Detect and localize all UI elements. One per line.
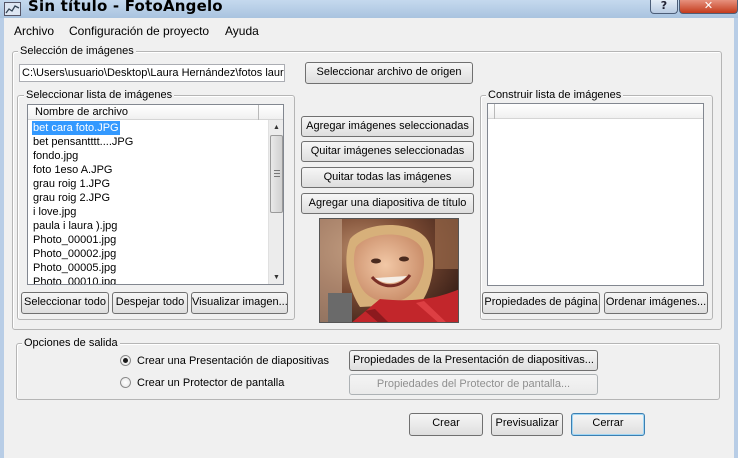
output-options-group-label: Opciones de salida [22,337,120,350]
file-list-scrollbar[interactable]: ▲ ▼ [268,120,283,284]
screensaver-radio[interactable] [120,377,131,388]
file-list-item[interactable]: fondo.jpg [32,149,79,163]
menu-archivo[interactable]: Archivo [14,24,54,38]
source-path-field[interactable]: C:\Users\usuario\Desktop\Laura Hernández… [19,64,285,82]
file-list-header: Nombre de archivo [28,105,283,120]
build-image-list[interactable] [487,103,704,286]
file-list-item[interactable]: i love.jpg [32,205,77,219]
close-button[interactable]: Cerrar [571,413,645,436]
file-list[interactable]: Nombre de archivo bet cara foto.JPG bet p… [27,104,284,285]
clear-all-button[interactable]: Despejar todo [112,292,188,314]
screensaver-properties-button: Propiedades del Protector de pantalla... [349,374,598,395]
close-icon: ✕ [703,0,714,12]
add-title-slide-button[interactable]: Agregar una diapositiva de título [301,193,474,214]
screensaver-radio-label[interactable]: Crear un Protector de pantalla [137,377,284,389]
file-list-item[interactable]: paula i laura ).jpg [32,219,118,233]
build-column-separator[interactable] [494,104,495,119]
help-caption-button[interactable]: ? [650,0,678,14]
help-icon: ? [660,0,668,12]
create-button[interactable]: Crear [409,413,483,436]
file-list-item[interactable]: Photo_00005.jpg [32,261,117,275]
scroll-up-arrow-icon[interactable]: ▲ [269,120,283,135]
column-separator[interactable] [258,105,259,120]
file-list-item[interactable]: foto 1eso A.JPG [32,163,114,177]
file-list-item[interactable]: Photo_00001.jpg [32,233,117,247]
page-properties-button[interactable]: Propiedades de página [482,292,600,314]
scrollbar-thumb[interactable] [270,135,283,213]
file-list-item[interactable]: bet cara foto.JPG [32,121,120,135]
slideshow-radio-label[interactable]: Crear una Presentación de diapositivas [137,355,329,367]
scrollbar-grip-icon [274,170,280,177]
remove-selected-images-button[interactable]: Quitar imágenes seleccionadas [301,141,474,162]
file-list-item[interactable]: bet pensantttt....JPG [32,135,134,149]
build-list-group-label: Construir lista de imágenes [486,89,624,102]
slideshow-properties-button[interactable]: Propiedades de la Presentación de diapos… [349,350,598,371]
file-list-item[interactable]: Photo_00002.jpg [32,247,117,261]
select-source-button[interactable]: Seleccionar archivo de origen [305,62,473,84]
close-window-button[interactable]: ✕ [679,0,738,14]
select-all-button[interactable]: Seleccionar todo [21,292,109,314]
app-icon [4,2,21,16]
image-list-group-label: Seleccionar lista de imágenes [24,89,175,102]
build-list-header [488,104,703,119]
image-preview [319,218,459,323]
view-image-button[interactable]: Visualizar imagen... [191,292,288,314]
column-header-filename[interactable]: Nombre de archivo [35,106,128,118]
preview-photo [320,219,458,322]
scroll-down-arrow-icon[interactable]: ▼ [269,270,283,284]
slideshow-radio[interactable] [120,355,131,366]
window-title: Sin título - FotoAngelo [28,0,223,15]
menu-configuracion-proyecto[interactable]: Configuración de proyecto [69,24,209,38]
preview-button[interactable]: Previsualizar [491,413,563,436]
sort-images-button[interactable]: Ordenar imágenes... [604,292,708,314]
file-list-item[interactable]: grau roig 2.JPG [32,191,111,205]
file-list-item[interactable]: Photo_00010.jpg [32,275,117,284]
remove-all-images-button[interactable]: Quitar todas las imágenes [301,167,474,188]
file-list-item[interactable]: grau roig 1.JPG [32,177,111,191]
menu-ayuda[interactable]: Ayuda [225,24,259,38]
add-selected-images-button[interactable]: Agregar imágenes seleccionadas [301,116,474,137]
image-selection-group-label: Selección de imágenes [18,45,136,58]
